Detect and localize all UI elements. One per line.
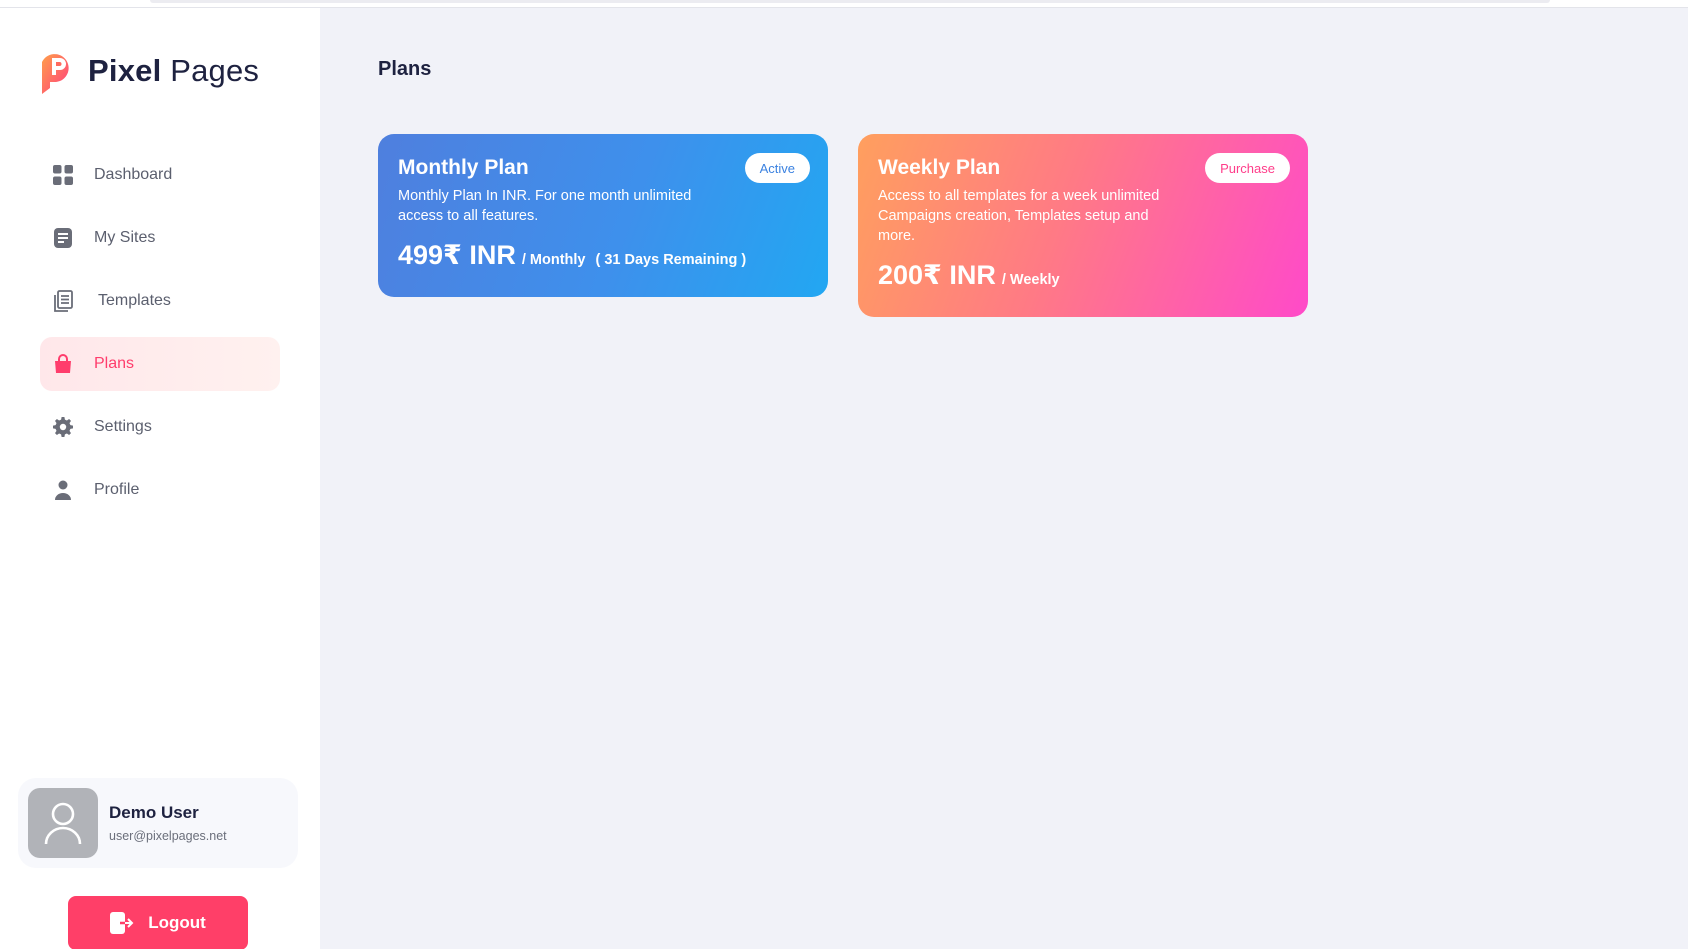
top-scrollbar [150, 0, 1550, 3]
page-title: Plans [378, 58, 432, 80]
plan-period: / Monthly [521, 252, 586, 268]
active-badge[interactable]: Active [744, 153, 810, 183]
sidebar-item-label: Profile [94, 481, 140, 498]
pages-icon [52, 290, 74, 312]
grid-icon [52, 164, 74, 186]
plan-description: Monthly Plan In INR. For one month unlim… [398, 188, 692, 224]
sidebar-item-label: My Sites [94, 229, 156, 246]
gear-icon [52, 416, 74, 438]
document-icon [52, 227, 74, 249]
plan-period: / Weekly [1001, 272, 1060, 288]
price-row: 200₹ INR / Weekly [878, 260, 1288, 291]
sidebar-item-label: Settings [94, 418, 152, 435]
sidebar-nav: Dashboard My Sites Templates Plans Setti… [40, 148, 280, 526]
plan-price: 499₹ INR [398, 240, 516, 270]
plan-card-weekly[interactable]: Weekly Plan Access to all templates for … [858, 134, 1308, 317]
brand-bold: Pixel [88, 53, 162, 88]
user-icon [52, 479, 74, 501]
logout-icon [110, 912, 135, 934]
price-row: 499₹ INR / Monthly ( 31 Days Remaining ) [398, 240, 808, 271]
sidebar-item-profile[interactable]: Profile [40, 463, 280, 517]
logout-label: Logout [148, 913, 206, 932]
sidebar-item-label: Templates [98, 292, 171, 309]
shopping-bag-icon [52, 353, 74, 375]
sidebar-item-plans[interactable]: Plans [40, 337, 280, 391]
pixel-pages-logo-icon [42, 54, 69, 94]
user-card[interactable]: Demo User user@pixelpages.net [18, 778, 298, 868]
brand-name: Pixel Pages [88, 53, 259, 89]
browser-top-strip [0, 0, 1688, 8]
brand-logo[interactable]: Pixel Pages [38, 48, 259, 94]
logout-button[interactable]: Logout [68, 896, 248, 949]
plan-price: 200₹ INR [878, 260, 996, 290]
sidebar-item-my-sites[interactable]: My Sites [40, 211, 280, 265]
sidebar-item-label: Plans [94, 355, 135, 372]
user-email: user@pixelpages.net [109, 829, 227, 843]
user-avatar-icon [44, 802, 82, 845]
sidebar-item-templates[interactable]: Templates [40, 274, 280, 328]
plan-card-monthly[interactable]: Monthly Plan Monthly Plan In INR. For on… [378, 134, 828, 297]
avatar [28, 788, 98, 858]
brand-light: Pages [170, 53, 260, 88]
user-name: Demo User [109, 803, 199, 822]
sidebar-item-dashboard[interactable]: Dashboard [40, 148, 280, 202]
sidebar-item-settings[interactable]: Settings [40, 400, 280, 454]
sidebar: Pixel Pages Dashboard My Sites Templates… [0, 8, 320, 949]
plan-remaining: ( 31 Days Remaining ) [595, 252, 747, 268]
plan-description: Access to all templates for a week unlim… [878, 188, 1160, 244]
purchase-button[interactable]: Purchase [1205, 153, 1290, 183]
sidebar-item-label: Dashboard [94, 166, 173, 183]
user-info: Demo User user@pixelpages.net [109, 803, 227, 843]
